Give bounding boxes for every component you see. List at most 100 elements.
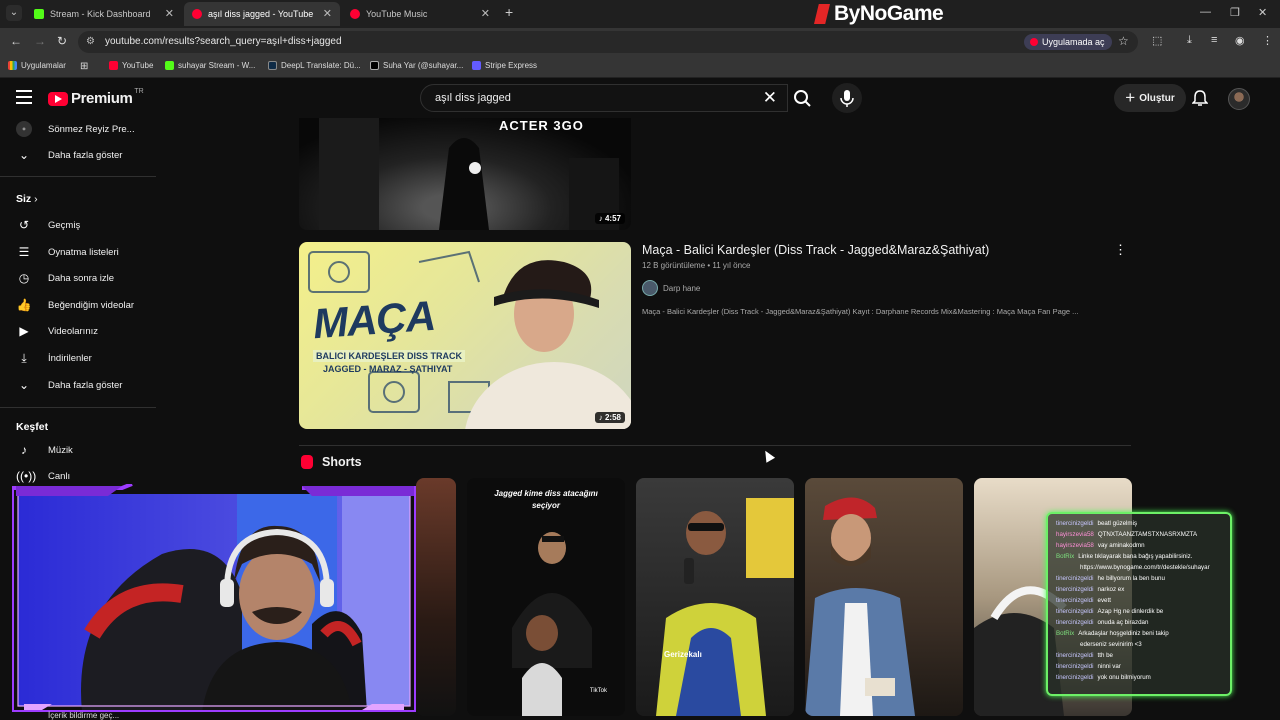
hamburger-menu-icon[interactable] (16, 90, 32, 104)
account-avatar[interactable] (1228, 88, 1250, 110)
webcam-overlay (12, 484, 416, 712)
create-button[interactable]: + Oluştur (1114, 84, 1186, 112)
channel-avatar (642, 280, 658, 296)
bookmark-youtube[interactable]: YouTube (109, 61, 153, 70)
window-close-icon[interactable]: ✕ (1258, 6, 1267, 19)
short-card-4[interactable] (805, 478, 963, 716)
short-art (512, 532, 592, 716)
tab-kick-dashboard[interactable]: Stream - Kick Dashboard ✕ (26, 2, 182, 26)
voice-search-button[interactable] (832, 83, 862, 113)
thumbnail-text: ACTER 3GO (499, 118, 584, 133)
chat-text: ederseniz sevinirim <3 (1080, 641, 1142, 648)
sidebar-you-header[interactable]: Siz › (16, 193, 38, 205)
sidebar-item-show-more-subscriptions[interactable]: ⌄ Daha fazla göster (0, 142, 156, 168)
sidebar-divider (0, 176, 156, 177)
download-icon: ⤓ (21, 350, 27, 365)
tab-label: YouTube Music (366, 9, 428, 19)
sidebar-item-report-partial[interactable]: İçerik bildirme geç... (48, 711, 119, 720)
chat-message: ederseniz sevinirim <3 (1056, 641, 1142, 648)
video-channel[interactable]: Darp hane (642, 280, 700, 296)
chat-text: https://www.bynogame.com/tr/destekle/suh… (1080, 564, 1210, 571)
bookmark-grid[interactable]: ⊞ (80, 61, 88, 72)
tab-youtube-music[interactable]: YouTube Music ✕ (342, 2, 498, 26)
short-card-1[interactable] (416, 478, 456, 716)
close-icon[interactable]: ✕ (323, 7, 332, 20)
download-icon[interactable]: ⤓ (1187, 34, 1192, 47)
chevron-down-icon: ⌄ (18, 378, 30, 392)
short-card-2[interactable]: Jagged kime diss atacağını seçiyor TikTo… (467, 478, 625, 716)
stream-chat-overlay: tinercinizgeldi beatl güzelmiş hayirszevia… (1046, 512, 1232, 696)
url-text: youtube.com/results?search_query=aşıl+di… (105, 36, 342, 47)
duration-text: 4:57 (604, 214, 621, 223)
chevron-right-icon: › (34, 193, 38, 205)
live-icon: ((•)) (16, 469, 37, 483)
sidebar-item-music[interactable]: ♪ Müzik (0, 437, 156, 463)
sidebar-item-watch-later[interactable]: ◷ Daha sonra izle (0, 265, 156, 291)
chat-username: tinercinizgeldi (1056, 575, 1094, 582)
profile-icon[interactable]: ◉ (1235, 34, 1245, 47)
chat-username: tinercinizgeldi (1056, 674, 1094, 681)
brand-overlay: ByNoGame (814, 1, 944, 27)
bookmark-apps[interactable]: Uygulamalar (8, 61, 66, 70)
video-description: Maça - Balici Kardeşler (Diss Track - Ja… (642, 307, 1079, 316)
bookmark-star-icon[interactable]: ☆ (1118, 34, 1129, 48)
bookmark-label: Suha Yar (@suhayar... (383, 61, 464, 70)
sidebar-item-show-more[interactable]: ⌄ Daha fazla göster (0, 372, 156, 398)
media-control-icon[interactable]: ≡ (1211, 34, 1217, 46)
chat-message: tinercinizgeldi beatl güzelmiş (1056, 520, 1137, 527)
new-tab-button[interactable]: + (505, 4, 513, 20)
extensions-icon[interactable]: ⬚ (1152, 34, 1162, 47)
sidebar-item-playlists[interactable]: ☰ Oynatma listeleri (0, 239, 156, 265)
chat-text: Azap Hg ne dinlerdik be (1097, 608, 1164, 615)
search-input[interactable]: aşıl diss jagged ✕ (420, 84, 788, 112)
tab-youtube-search[interactable]: aşıl diss jagged - YouTube ✕ (184, 2, 340, 26)
bookmark-kick-stream[interactable]: suhayar Stream - W... (165, 61, 255, 70)
chat-username: tinercinizgeldi (1056, 663, 1094, 670)
short-card-3[interactable]: Gerizekalı (636, 478, 794, 716)
video-thumbnail-2[interactable]: MAÇA BALICI KARDEŞLER DISS TRACK JAGGED … (299, 242, 631, 429)
sidebar-item-your-videos[interactable]: ▶ Videolarınız (0, 318, 156, 344)
chevron-down-icon: ⌄ (18, 148, 30, 162)
sidebar-item-subscription-sonmez-reyiz[interactable]: ◉ Sönmez Reyiz Pre... (0, 116, 156, 142)
video-title[interactable]: Maça - Balici Kardeşler (Diss Track - Ja… (642, 243, 989, 257)
url-field[interactable]: ⚙ youtube.com/results?search_query=aşıl+… (78, 31, 1138, 53)
shorts-title: Shorts (322, 455, 362, 469)
chat-username: tinercinizgeldi (1056, 597, 1094, 604)
bookmark-deepl[interactable]: DeepL Translate: Dü... (268, 61, 361, 70)
menu-kebab-icon[interactable]: ⋮ (1262, 34, 1273, 47)
notifications-bell-icon[interactable] (1191, 89, 1209, 112)
chat-username: tinercinizgeldi (1056, 520, 1094, 527)
reload-icon[interactable]: ↻ (57, 34, 67, 48)
open-in-app-button[interactable]: Uygulamada aç (1024, 34, 1112, 50)
clear-search-icon[interactable]: ✕ (763, 88, 777, 108)
brand-name: ByNoGame (834, 2, 944, 25)
tab-search-button[interactable]: ⌄ (6, 5, 22, 21)
playlist-icon: ☰ (18, 245, 30, 259)
bookmark-stripe[interactable]: Stripe Express (472, 61, 537, 70)
back-icon[interactable]: ← (10, 34, 22, 48)
youtube-icon (192, 9, 202, 19)
sidebar-item-history[interactable]: ↺ Geçmiş (0, 212, 156, 238)
chat-username: BotRix (1056, 630, 1075, 637)
mouse-cursor-icon (760, 448, 776, 463)
short-art (656, 498, 794, 716)
sidebar-item-label: Sönmez Reyiz Pre... (48, 123, 135, 135)
chat-message: hayirszevia58 QTNXTAANZTAMSTXNASRXMZTA (1056, 531, 1197, 538)
sidebar-item-label: Geçmiş (48, 219, 81, 231)
minimize-icon[interactable]: — (1200, 6, 1211, 18)
music-note-icon: ♪ (21, 443, 27, 457)
close-icon[interactable]: ✕ (481, 7, 490, 20)
forward-icon[interactable]: → (34, 34, 46, 48)
close-icon[interactable]: ✕ (165, 7, 174, 20)
bookmark-label: suhayar Stream - W... (178, 61, 256, 70)
video-thumbnail-1[interactable]: ACTER 3GO ♪ 4:57 (299, 118, 631, 230)
site-info-icon[interactable]: ⚙ (86, 36, 95, 47)
sidebar-item-downloads[interactable]: ⤓ İndirilenler (0, 345, 156, 371)
sidebar-item-liked-videos[interactable]: 👍 Beğendiğim videolar (0, 292, 156, 318)
bookmark-tiktok[interactable]: Suha Yar (@suhayar... (370, 61, 463, 70)
youtube-premium-logo[interactable]: Premium TR (48, 88, 144, 107)
more-actions-icon[interactable]: ⋮ (1114, 242, 1127, 258)
search-button[interactable] (788, 84, 818, 112)
maximize-icon[interactable]: ❐ (1230, 6, 1240, 19)
duration-text: 2:58 (604, 413, 621, 422)
